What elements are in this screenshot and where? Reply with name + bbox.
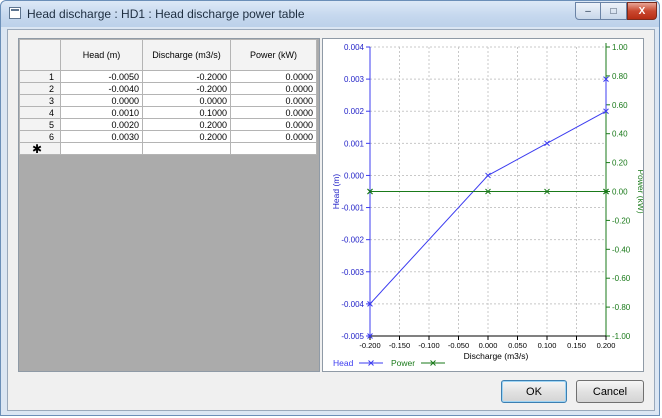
cell-head[interactable]: 0.0000 xyxy=(60,94,143,107)
right-axis-tick-label: 0.80 xyxy=(612,72,628,81)
cell-head[interactable]: 0.0020 xyxy=(60,118,143,131)
right-axis-tick-label: -0.20 xyxy=(612,216,631,225)
bottom-axis-tick-label: 0.200 xyxy=(597,341,616,350)
cell-power[interactable]: 0.0000 xyxy=(230,70,317,83)
new-row-cell[interactable] xyxy=(60,142,143,155)
cell-head[interactable]: 0.0010 xyxy=(60,106,143,119)
column-header-power[interactable]: Power (kW) xyxy=(230,39,317,71)
table-row[interactable]: 5 0.0020 0.2000 0.0000 xyxy=(19,118,317,131)
dialog-window: Head discharge : HD1 : Head discharge po… xyxy=(0,0,660,416)
column-header-head[interactable]: Head (m) xyxy=(60,39,143,71)
left-axis-title: Head (m) xyxy=(331,174,341,210)
table-row[interactable]: 3 0.0000 0.0000 0.0000 xyxy=(19,94,317,107)
cell-head[interactable]: -0.0050 xyxy=(60,70,143,83)
table-background: Head (m) Discharge (m3/s) Power (kW) 1 -0… xyxy=(19,39,319,371)
cancel-button[interactable]: Cancel xyxy=(576,380,644,403)
bottom-axis-tick-label: -0.200 xyxy=(359,341,380,350)
cell-discharge[interactable]: 0.2000 xyxy=(142,118,231,131)
row-header[interactable]: 2 xyxy=(19,82,61,95)
cell-power[interactable]: 0.0000 xyxy=(230,130,317,143)
left-axis-tick-label: -0.004 xyxy=(341,300,364,309)
table-row[interactable]: 2 -0.0040 -0.2000 0.0000 xyxy=(19,82,317,95)
bottom-axis-tick-label: -0.150 xyxy=(389,341,410,350)
bottom-axis-tick-label: 0.050 xyxy=(508,341,527,350)
table-row[interactable]: 1 -0.0050 -0.2000 0.0000 xyxy=(19,70,317,83)
row-header[interactable]: 1 xyxy=(19,70,61,83)
left-axis-tick-label: -0.003 xyxy=(341,268,364,277)
left-axis-tick-label: 0.004 xyxy=(344,43,365,52)
cell-power[interactable]: 0.0000 xyxy=(230,118,317,131)
bottom-axis-tick-label: -0.050 xyxy=(448,341,469,350)
table-row[interactable]: 6 0.0030 0.2000 0.0000 xyxy=(19,130,317,143)
left-axis-tick-label: -0.005 xyxy=(341,332,364,341)
bottom-axis-tick-label: 0.000 xyxy=(479,341,498,350)
bottom-axis-tick-label: 0.100 xyxy=(538,341,557,350)
table-corner[interactable] xyxy=(19,39,61,71)
left-axis-tick-label: -0.001 xyxy=(341,204,364,213)
row-header[interactable]: 4 xyxy=(19,106,61,119)
row-header[interactable]: 5 xyxy=(19,118,61,131)
dialog-body: Head (m) Discharge (m3/s) Power (kW) 1 -0… xyxy=(7,29,655,411)
row-header[interactable]: 6 xyxy=(19,130,61,143)
cell-discharge[interactable]: 0.2000 xyxy=(142,130,231,143)
window-icon xyxy=(9,7,21,19)
cell-head[interactable]: -0.0040 xyxy=(60,82,143,95)
cell-power[interactable]: 0.0000 xyxy=(230,82,317,95)
legend-label-power: Power xyxy=(391,358,415,368)
right-axis-tick-label: 0.60 xyxy=(612,101,628,110)
right-axis-tick-label: -0.80 xyxy=(612,303,631,312)
right-axis-tick-label: -1.00 xyxy=(612,332,631,341)
left-axis-tick-label: 0.002 xyxy=(344,107,365,116)
bottom-axis-tick-label: 0.150 xyxy=(567,341,586,350)
cell-head[interactable]: 0.0030 xyxy=(60,130,143,143)
right-axis-tick-label: 0.00 xyxy=(612,188,628,197)
left-axis-tick-label: 0.003 xyxy=(344,75,365,84)
x-axis-title: Discharge (m3/s) xyxy=(464,351,529,361)
right-axis-title: Power (kW) xyxy=(636,169,643,214)
cell-power[interactable]: 0.0000 xyxy=(230,106,317,119)
table-row[interactable]: 4 0.0010 0.1000 0.0000 xyxy=(19,106,317,119)
right-axis-tick-label: -0.60 xyxy=(612,274,631,283)
cell-discharge[interactable]: -0.2000 xyxy=(142,82,231,95)
window-title: Head discharge : HD1 : Head discharge po… xyxy=(27,7,305,21)
right-axis-tick-label: 1.00 xyxy=(612,43,628,52)
new-row-cell[interactable] xyxy=(230,142,317,155)
legend-label-head: Head xyxy=(333,358,354,368)
new-row-cell[interactable] xyxy=(142,142,231,155)
right-axis-tick-label: 0.20 xyxy=(612,159,628,168)
row-header[interactable]: 3 xyxy=(19,94,61,107)
cell-power[interactable]: 0.0000 xyxy=(230,94,317,107)
left-axis-tick-label: -0.002 xyxy=(341,236,364,245)
title-bar[interactable]: Head discharge : HD1 : Head discharge po… xyxy=(1,1,659,27)
close-button[interactable]: X xyxy=(627,2,657,20)
cell-discharge[interactable]: 0.0000 xyxy=(142,94,231,107)
data-point-head xyxy=(544,140,550,147)
left-axis-tick-label: 0.001 xyxy=(344,139,365,148)
new-row-marker[interactable]: ✱ xyxy=(19,142,61,155)
maximize-button[interactable]: □ xyxy=(601,2,627,20)
head-discharge-chart: 0.004 0.003 0.002 0.001 0.000 -0.001 -0.002 -0.… xyxy=(331,43,646,368)
right-axis-tick-label: 0.40 xyxy=(612,130,628,139)
ok-button[interactable]: OK xyxy=(501,380,567,403)
cell-discharge[interactable]: 0.1000 xyxy=(142,106,231,119)
new-row[interactable]: ✱ xyxy=(19,142,317,155)
head-discharge-table: Head (m) Discharge (m3/s) Power (kW) 1 -0… xyxy=(19,39,317,155)
cell-discharge[interactable]: -0.2000 xyxy=(142,70,231,83)
minimize-button[interactable]: – xyxy=(575,2,601,20)
right-axis-tick-label: -0.40 xyxy=(612,245,631,254)
bottom-axis-tick-label: -0.100 xyxy=(418,341,439,350)
chart-panel: 0.004 0.003 0.002 0.001 0.000 -0.001 -0.002 -0.… xyxy=(322,38,646,372)
left-axis-tick-label: 0.000 xyxy=(344,171,365,180)
column-header-discharge[interactable]: Discharge (m3/s) xyxy=(142,39,231,71)
table-panel: Head (m) Discharge (m3/s) Power (kW) 1 -0… xyxy=(18,38,320,372)
